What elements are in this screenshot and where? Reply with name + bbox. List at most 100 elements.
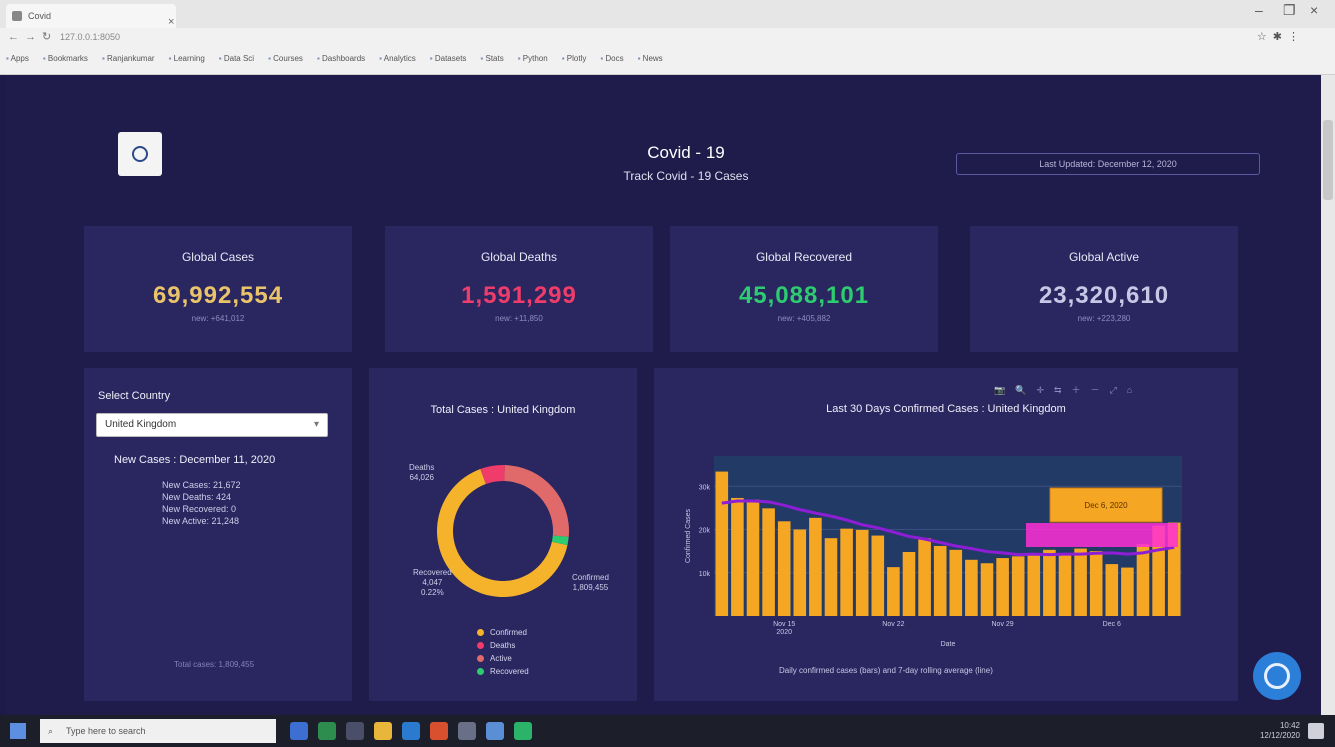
back-icon[interactable]: ← — [8, 31, 25, 43]
y-tick-label: 10k — [699, 571, 711, 578]
tab-title: Covid — [28, 11, 52, 21]
bar[interactable] — [824, 538, 838, 616]
legend-item[interactable]: Confirmed — [477, 626, 529, 639]
bookmark-item[interactable]: Python — [518, 54, 548, 68]
bar[interactable] — [746, 499, 760, 616]
bar-chart: 10k 20k 30k Dec 6, 2020 Nov 152020 Nov 22 Nov … — [685, 456, 1182, 648]
bar[interactable] — [918, 538, 931, 616]
card-global-active: Global Active 23,320,610 new: +223,280 — [970, 226, 1238, 352]
menu-icon[interactable]: ⋮ — [1288, 31, 1305, 43]
mail-icon[interactable] — [486, 722, 504, 740]
bar[interactable] — [762, 508, 775, 616]
y-tick-label: 20k — [699, 528, 711, 535]
task-view-icon[interactable] — [290, 722, 308, 740]
star-icon[interactable]: ☆ — [1257, 31, 1273, 43]
donut-segment-active[interactable] — [504, 465, 569, 537]
maximize-icon[interactable]: ❐ — [1283, 2, 1296, 19]
bar[interactable] — [731, 497, 744, 616]
card-sub: new: +223,280 — [1077, 314, 1131, 323]
assistant-button[interactable] — [1253, 652, 1301, 700]
close-window-icon[interactable]: × — [1310, 2, 1318, 18]
bar[interactable] — [1011, 556, 1025, 616]
extension-icon[interactable]: ✱ — [1273, 31, 1288, 43]
page-subtitle: Track Covid - 19 Cases — [623, 169, 749, 183]
x-tick-label: 2020 — [776, 629, 792, 636]
card-global-recovered: Global Recovered 45,088,101 new: +405,88… — [670, 226, 938, 352]
bookmark-item[interactable]: Learning — [169, 54, 205, 68]
chrome-icon[interactable] — [430, 722, 448, 740]
card-label: Global Deaths — [480, 250, 558, 264]
vscode-icon[interactable] — [514, 722, 532, 740]
bookmark-item[interactable]: Dashboards — [317, 54, 365, 68]
bar[interactable] — [933, 545, 947, 616]
legend-label: Recovered — [490, 667, 529, 676]
legend-swatch — [477, 629, 484, 637]
taskbar-search[interactable]: ⌕ Type here to search — [40, 719, 276, 743]
bar[interactable] — [1121, 567, 1134, 616]
bar[interactable] — [996, 558, 1009, 616]
bar[interactable] — [1136, 544, 1150, 616]
donut-label-deaths: Deaths 64,026 — [409, 463, 435, 482]
card-label: Global Recovered — [755, 250, 853, 264]
bar[interactable] — [1043, 549, 1056, 616]
bar[interactable] — [980, 563, 994, 616]
app-icon[interactable] — [458, 722, 476, 740]
bar[interactable] — [855, 529, 869, 616]
bookmark-item[interactable]: Bookmarks — [43, 54, 88, 68]
bar[interactable] — [1074, 548, 1087, 616]
x-tick-label: Nov 29 — [992, 621, 1014, 628]
legend-label: Confirmed — [490, 628, 527, 637]
last-updated-link[interactable]: Last Updated: December 12, 2020 — [956, 153, 1260, 175]
bookmark-item[interactable]: Analytics — [379, 54, 416, 68]
reload-icon[interactable]: ↻ — [42, 31, 57, 43]
bookmark-item[interactable]: Stats — [480, 54, 503, 68]
address-bar[interactable]: 127.0.0.1:8050 — [60, 32, 1220, 44]
x-tick-label: Nov 22 — [882, 621, 904, 628]
bar[interactable] — [715, 471, 729, 616]
windows-start-icon[interactable] — [10, 723, 26, 739]
forward-icon[interactable]: → — [25, 31, 42, 43]
bar[interactable] — [777, 521, 791, 616]
bookmark-item[interactable]: Data Sci — [219, 54, 254, 68]
bookmark-item[interactable]: Docs — [600, 54, 623, 68]
card-sub: new: +11,850 — [495, 314, 543, 323]
bar[interactable] — [965, 559, 978, 616]
bookmark-item[interactable]: Plotly — [562, 54, 587, 68]
bar[interactable] — [1105, 564, 1119, 616]
legend-item[interactable]: Deaths — [477, 639, 529, 652]
folder-icon[interactable] — [374, 722, 392, 740]
legend-item[interactable]: Active — [477, 652, 529, 665]
bar[interactable] — [840, 528, 853, 616]
browser-tab[interactable]: Covid × — [6, 4, 176, 28]
bar[interactable] — [1089, 551, 1103, 616]
bar[interactable] — [871, 535, 885, 616]
bar[interactable] — [902, 552, 916, 616]
system-tray[interactable]: 10:42 12/12/2020 — [1210, 721, 1300, 741]
close-icon[interactable]: × — [168, 10, 174, 34]
legend-item[interactable]: Recovered — [477, 665, 529, 678]
tab-strip: Covid × – ❐ × — [0, 0, 1335, 28]
bookmark-item[interactable]: Ranjankumar — [102, 54, 155, 68]
bookmark-item[interactable]: Courses — [268, 54, 303, 68]
notification-icon[interactable] — [1308, 723, 1324, 739]
bar[interactable] — [887, 567, 900, 616]
select-label: Select Country — [98, 390, 171, 402]
bar-panel: 📷🔍✛⇆＋－⤢⌂ Last 30 Days Confirmed Cases : … — [654, 368, 1238, 701]
stat-new-active: New Active: 21,248 — [162, 516, 240, 526]
bookmark-item[interactable]: News — [638, 54, 663, 68]
bar[interactable] — [793, 529, 807, 616]
bar[interactable] — [1058, 553, 1072, 616]
country-select[interactable]: United Kingdom ▾ — [96, 413, 328, 437]
store-icon[interactable] — [346, 722, 364, 740]
bar[interactable] — [949, 549, 963, 616]
chevron-down-icon: ▾ — [313, 419, 319, 430]
bookmark-item[interactable]: Apps — [6, 54, 29, 68]
legend-swatch — [477, 642, 484, 650]
bookmark-item[interactable]: Datasets — [430, 54, 467, 68]
excel-icon[interactable] — [318, 722, 336, 740]
bar[interactable] — [1027, 555, 1041, 616]
bar[interactable] — [809, 517, 822, 616]
edge-icon[interactable] — [402, 722, 420, 740]
minimize-icon[interactable]: – — [1255, 2, 1263, 18]
scrollbar-thumb[interactable] — [1323, 120, 1333, 200]
